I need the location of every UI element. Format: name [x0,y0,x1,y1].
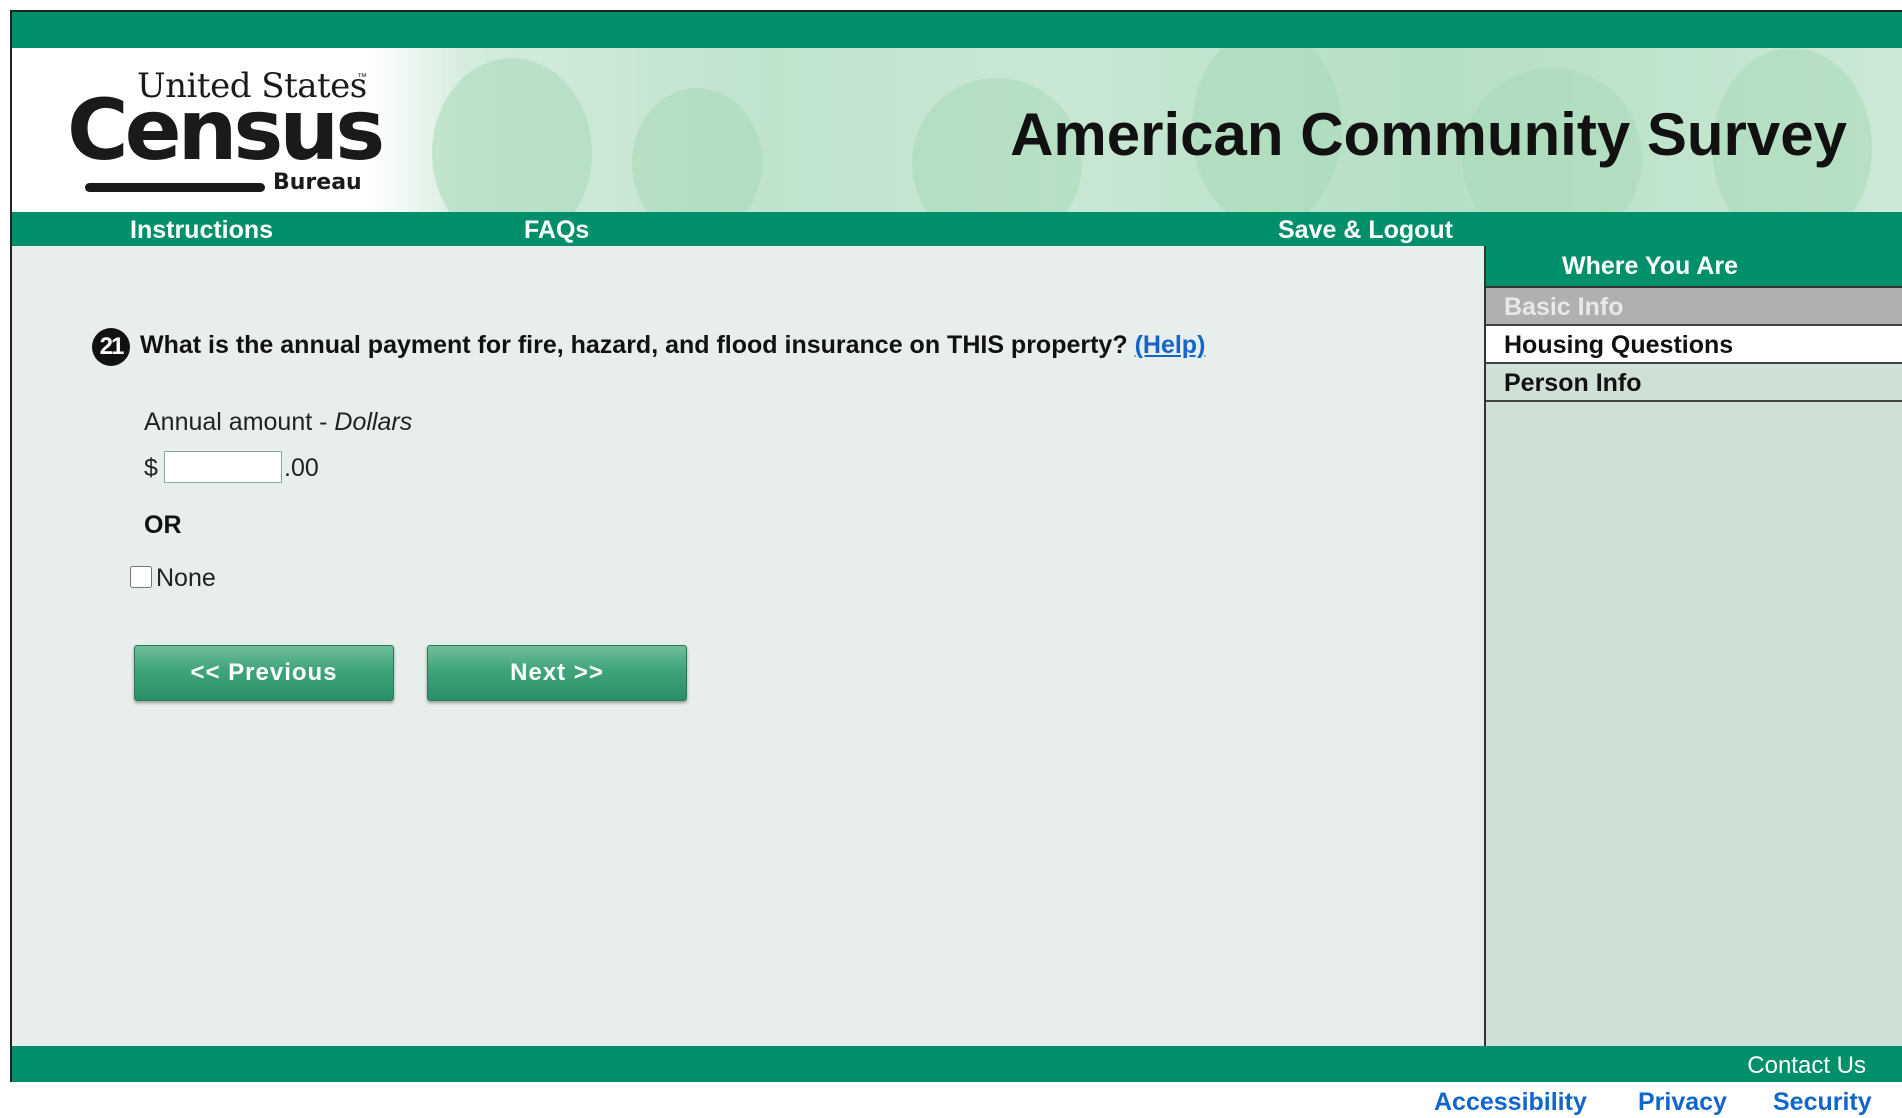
question-heading: 21 What is the annual payment for fire, … [92,328,1442,368]
none-checkbox-label[interactable]: None [156,564,216,593]
nav-instructions-link[interactable]: Instructions [130,216,273,245]
question-panel: 21 What is the annual payment for fire, … [12,246,1484,1046]
logo-underline [85,183,265,192]
banner-photo-shape [432,58,592,212]
or-label: OR [144,511,182,539]
banner-photo-shape [632,88,762,212]
where-you-are-sidebar: Where You Are Basic Info Housing Questio… [1484,246,1902,1046]
annual-amount-label: Annual amount - Dollars [144,408,412,437]
amount-unit: Dollars [334,408,413,436]
dollar-sign: $ [144,454,158,482]
next-button[interactable]: Next >> [427,645,687,701]
privacy-link[interactable]: Privacy [1638,1088,1727,1117]
top-color-strip [12,12,1902,48]
help-link[interactable]: (Help) [1135,331,1206,359]
census-bureau-logo: United States ™ Census Bureau [67,66,387,196]
contact-us-link[interactable]: Contact Us [1747,1052,1866,1080]
amount-label-text: Annual amount - [144,408,335,436]
sidebar-item-person-info[interactable]: Person Info [1486,364,1902,402]
question-number-badge: 21 [92,328,130,366]
previous-button[interactable]: << Previous [134,645,394,701]
question-text-line: What is the annual payment for fire, haz… [140,331,1205,360]
header-banner: United States ™ Census Bureau American C… [12,48,1902,212]
logo-census: Census [67,81,385,179]
none-checkbox[interactable] [130,566,152,588]
question-text: What is the annual payment for fire, haz… [140,331,1128,359]
accessibility-link[interactable]: Accessibility [1434,1088,1587,1117]
survey-window: United States ™ Census Bureau American C… [10,10,1902,1082]
page-title: American Community Survey [1010,101,1847,168]
sidebar-item-basic-info: Basic Info [1486,288,1902,326]
nav-save-logout-link[interactable]: Save & Logout [1278,216,1453,245]
logo-bureau: Bureau [273,170,362,195]
nav-faqs-link[interactable]: FAQs [524,216,589,245]
footer-bar: Contact Us [12,1046,1902,1082]
top-nav-bar: Instructions FAQs Save & Logout [12,212,1902,246]
annual-amount-input[interactable] [164,451,282,483]
sidebar-title: Where You Are [1486,246,1902,288]
cents-suffix: .00 [284,454,319,482]
sidebar-item-housing-questions[interactable]: Housing Questions [1486,326,1902,364]
security-link[interactable]: Security [1773,1088,1872,1117]
